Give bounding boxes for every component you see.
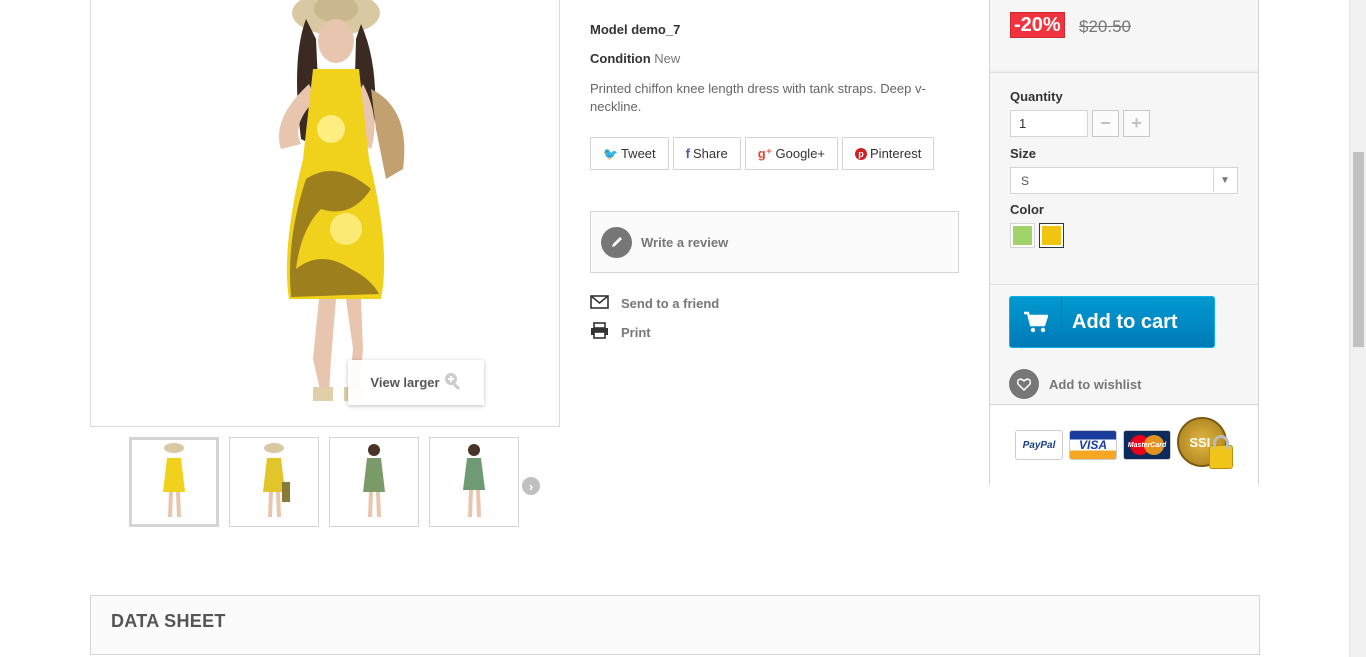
google-plus-label: Google+ [775,146,826,161]
tweet-label: Tweet [620,146,656,161]
share-buttons: 🐦 Tweet f Share g⁺ Google+ p Pinterest [590,137,960,170]
scrollbar-thumb[interactable] [1353,152,1364,347]
mastercard-label: MasterCard [1127,441,1167,449]
thumbnail-1[interactable] [129,437,219,527]
padlock-shackle [1213,435,1229,449]
thumbnail-list [129,437,519,527]
color-label: Color [1010,202,1044,217]
quantity-row: 1 − + [1010,110,1238,137]
add-to-cart-button[interactable]: Add to cart [1009,296,1215,348]
facebook-share-button[interactable]: f Share [672,137,741,170]
heart-icon [1009,369,1039,399]
add-to-cart-label: Add to cart [1072,310,1178,333]
pinterest-icon: p [855,147,868,160]
visa-logo: VISA [1069,430,1117,460]
shopping-cart-icon [1010,297,1062,347]
write-review-box[interactable]: Write a review [590,211,959,273]
quantity-decrease-button[interactable]: − [1092,110,1119,137]
print-label: Print [621,324,651,340]
size-select[interactable]: S ▼ [1010,167,1238,194]
dress-model-image [278,0,405,401]
data-sheet-title: DATA SHEET [111,611,226,631]
write-review-label: Write a review [641,234,729,250]
thumbnail-3[interactable] [329,437,419,527]
share-label: Share [692,146,728,161]
quantity-label: Quantity [1010,89,1063,104]
ssl-lock-icon: SSL [1177,417,1235,473]
twitter-icon: 🐦 [603,146,618,161]
thumbnail-next-arrow-icon[interactable]: › [522,477,540,495]
model-line: Model demo_7 [590,22,960,37]
cart-area: Add to cart Add to wishlist [990,285,1258,405]
add-to-wishlist-link[interactable]: Add to wishlist [1009,369,1141,399]
product-main-image[interactable]: View larger [90,0,560,427]
condition-label: Condition [590,51,651,66]
swatch-fill-green [1013,226,1032,245]
mastercard-logo: MasterCard [1123,430,1171,460]
send-to-friend-link[interactable]: Send to a friend [590,295,960,312]
condition-value: New [654,51,681,66]
swatch-fill-yellow [1042,226,1061,245]
color-swatch-green[interactable] [1010,223,1035,248]
minus-icon: − [1100,113,1111,133]
payment-logos: PayPal VISA MasterCard SSL [990,405,1258,485]
buy-box: -20% $20.50 Quantity 1 − + Size S ▼ Colo… [989,0,1259,485]
color-swatches [1010,223,1238,248]
google-plus-icon: g⁺ [757,145,773,161]
quantity-increase-button[interactable]: + [1123,110,1150,137]
product-description: Printed chiffon knee length dress with t… [590,81,926,114]
page-scrollbar[interactable] [1349,0,1366,657]
send-to-friend-label: Send to a friend [621,296,720,311]
visa-label: VISA [1078,438,1107,452]
paypal-label: PayPal [1022,439,1056,451]
plus-icon: + [1131,113,1142,133]
view-larger-button[interactable]: View larger [348,360,484,405]
printer-icon [590,322,609,342]
product-info: Model demo_7 Condition New Printed chiff… [590,22,960,342]
envelope-icon [590,295,609,312]
google-plus-button[interactable]: g⁺ Google+ [744,137,839,170]
tweet-button[interactable]: 🐦 Tweet [590,137,669,170]
model-label: Model [590,22,628,37]
facebook-icon: f [685,146,690,161]
add-to-wishlist-label: Add to wishlist [1049,376,1142,392]
model-value: demo_7 [631,22,681,37]
discount-badge: -20% [1010,12,1065,38]
data-sheet-section: DATA SHEET [90,595,1260,655]
thumbnail-4[interactable] [429,437,519,527]
condition-line: Condition New [590,51,960,66]
color-swatch-yellow[interactable] [1039,223,1064,248]
product-options: Quantity 1 − + Size S ▼ Color [990,73,1258,285]
zoom-icon [444,372,462,393]
paypal-logo: PayPal [1015,430,1063,460]
price-area: -20% $20.50 [990,0,1258,73]
thumbnail-2[interactable] [229,437,319,527]
size-value: S [1021,173,1030,188]
old-price: $20.50 [1079,17,1131,36]
view-larger-label: View larger [370,375,440,390]
pinterest-button[interactable]: p Pinterest [842,137,935,170]
chevron-down-icon: ▼ [1213,169,1236,192]
pinterest-label: Pinterest [870,146,922,161]
size-label: Size [1010,146,1037,161]
quantity-input[interactable]: 1 [1010,110,1088,137]
pencil-icon [601,226,632,258]
print-link[interactable]: Print [590,322,960,342]
